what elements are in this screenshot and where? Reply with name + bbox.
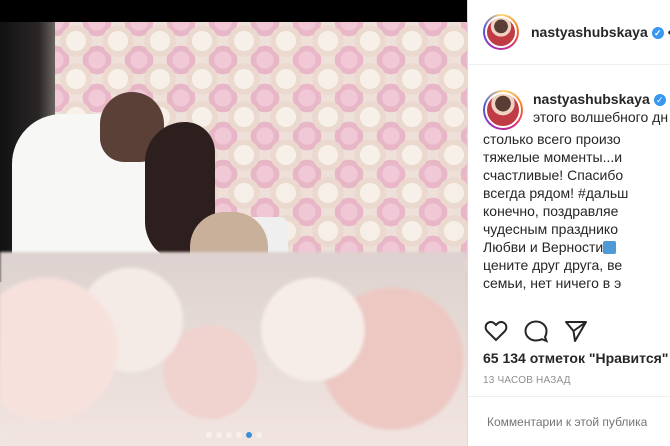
post-image[interactable] — [0, 22, 467, 446]
post-timestamp[interactable]: 13 ЧАСОВ НАЗАД — [483, 375, 571, 386]
caption-line: семьи, нет ничего в э — [483, 275, 622, 290]
carousel-dot — [205, 432, 212, 438]
caption-line: тяжелые моменты...и — [483, 149, 623, 165]
comment-bar — [468, 396, 670, 446]
username-text: nastyashubskaya — [531, 24, 648, 40]
caption-line: этого волшебного дн — [533, 109, 669, 125]
caption-line: конечно, поздравляе — [483, 203, 619, 219]
post-side-panel: nastyashubskaya✓• nastyashubskaya✓ 3 это… — [467, 0, 670, 446]
caption-line-with-hashtag: всегда рядом! #дальш — [483, 184, 670, 202]
caption-line: счастливые! Спасибо — [483, 167, 624, 183]
avatar-image — [485, 16, 517, 48]
avatar-image — [485, 92, 521, 128]
comment-input[interactable] — [485, 413, 669, 430]
carousel-dot — [225, 432, 232, 438]
carousel-dot — [255, 432, 262, 438]
caption-line: чудесным празднико — [483, 221, 618, 237]
caption-text-container: nastyashubskaya✓ 3 этого волшебного дн — [533, 90, 670, 126]
caption-line: всегда рядом! #дальш — [483, 185, 629, 201]
heart-icon[interactable] — [483, 318, 509, 344]
caption-username[interactable]: nastyashubskaya — [533, 91, 650, 107]
caption-block: nastyashubskaya✓ 3 этого волшебного дн с… — [483, 90, 670, 290]
share-icon[interactable] — [563, 318, 589, 344]
caption-row: nastyashubskaya✓ 3 этого волшебного дн — [483, 90, 670, 130]
carousel-indicators — [0, 432, 467, 438]
caption-username-line: nastyashubskaya✓ 3 — [533, 90, 670, 108]
caption-line: Любви и Верности — [483, 239, 604, 255]
verified-badge-icon: ✓ — [651, 27, 664, 39]
carousel-dot-active — [245, 432, 252, 438]
post-header: nastyashubskaya✓• — [468, 0, 670, 65]
post-photo-area[interactable] — [0, 0, 467, 446]
emoji-icon — [603, 241, 617, 254]
caption-line: столько всего произо — [483, 131, 621, 147]
verified-badge-icon: ✓ — [653, 94, 666, 106]
carousel-dot — [215, 432, 222, 438]
header-username-link[interactable]: nastyashubskaya✓• — [531, 24, 670, 40]
comment-icon[interactable] — [523, 318, 549, 344]
caption-line-with-emoji: Любви и Верности — [483, 238, 670, 256]
likes-count[interactable]: 65 134 отметок "Нравится" — [483, 350, 668, 366]
post-actions — [483, 318, 589, 344]
carousel-dot — [235, 432, 242, 438]
caption-avatar[interactable] — [483, 90, 523, 130]
profile-avatar[interactable] — [483, 14, 519, 50]
table-flowers — [0, 252, 467, 446]
caption-line: цените друг друга, ве — [483, 257, 623, 273]
